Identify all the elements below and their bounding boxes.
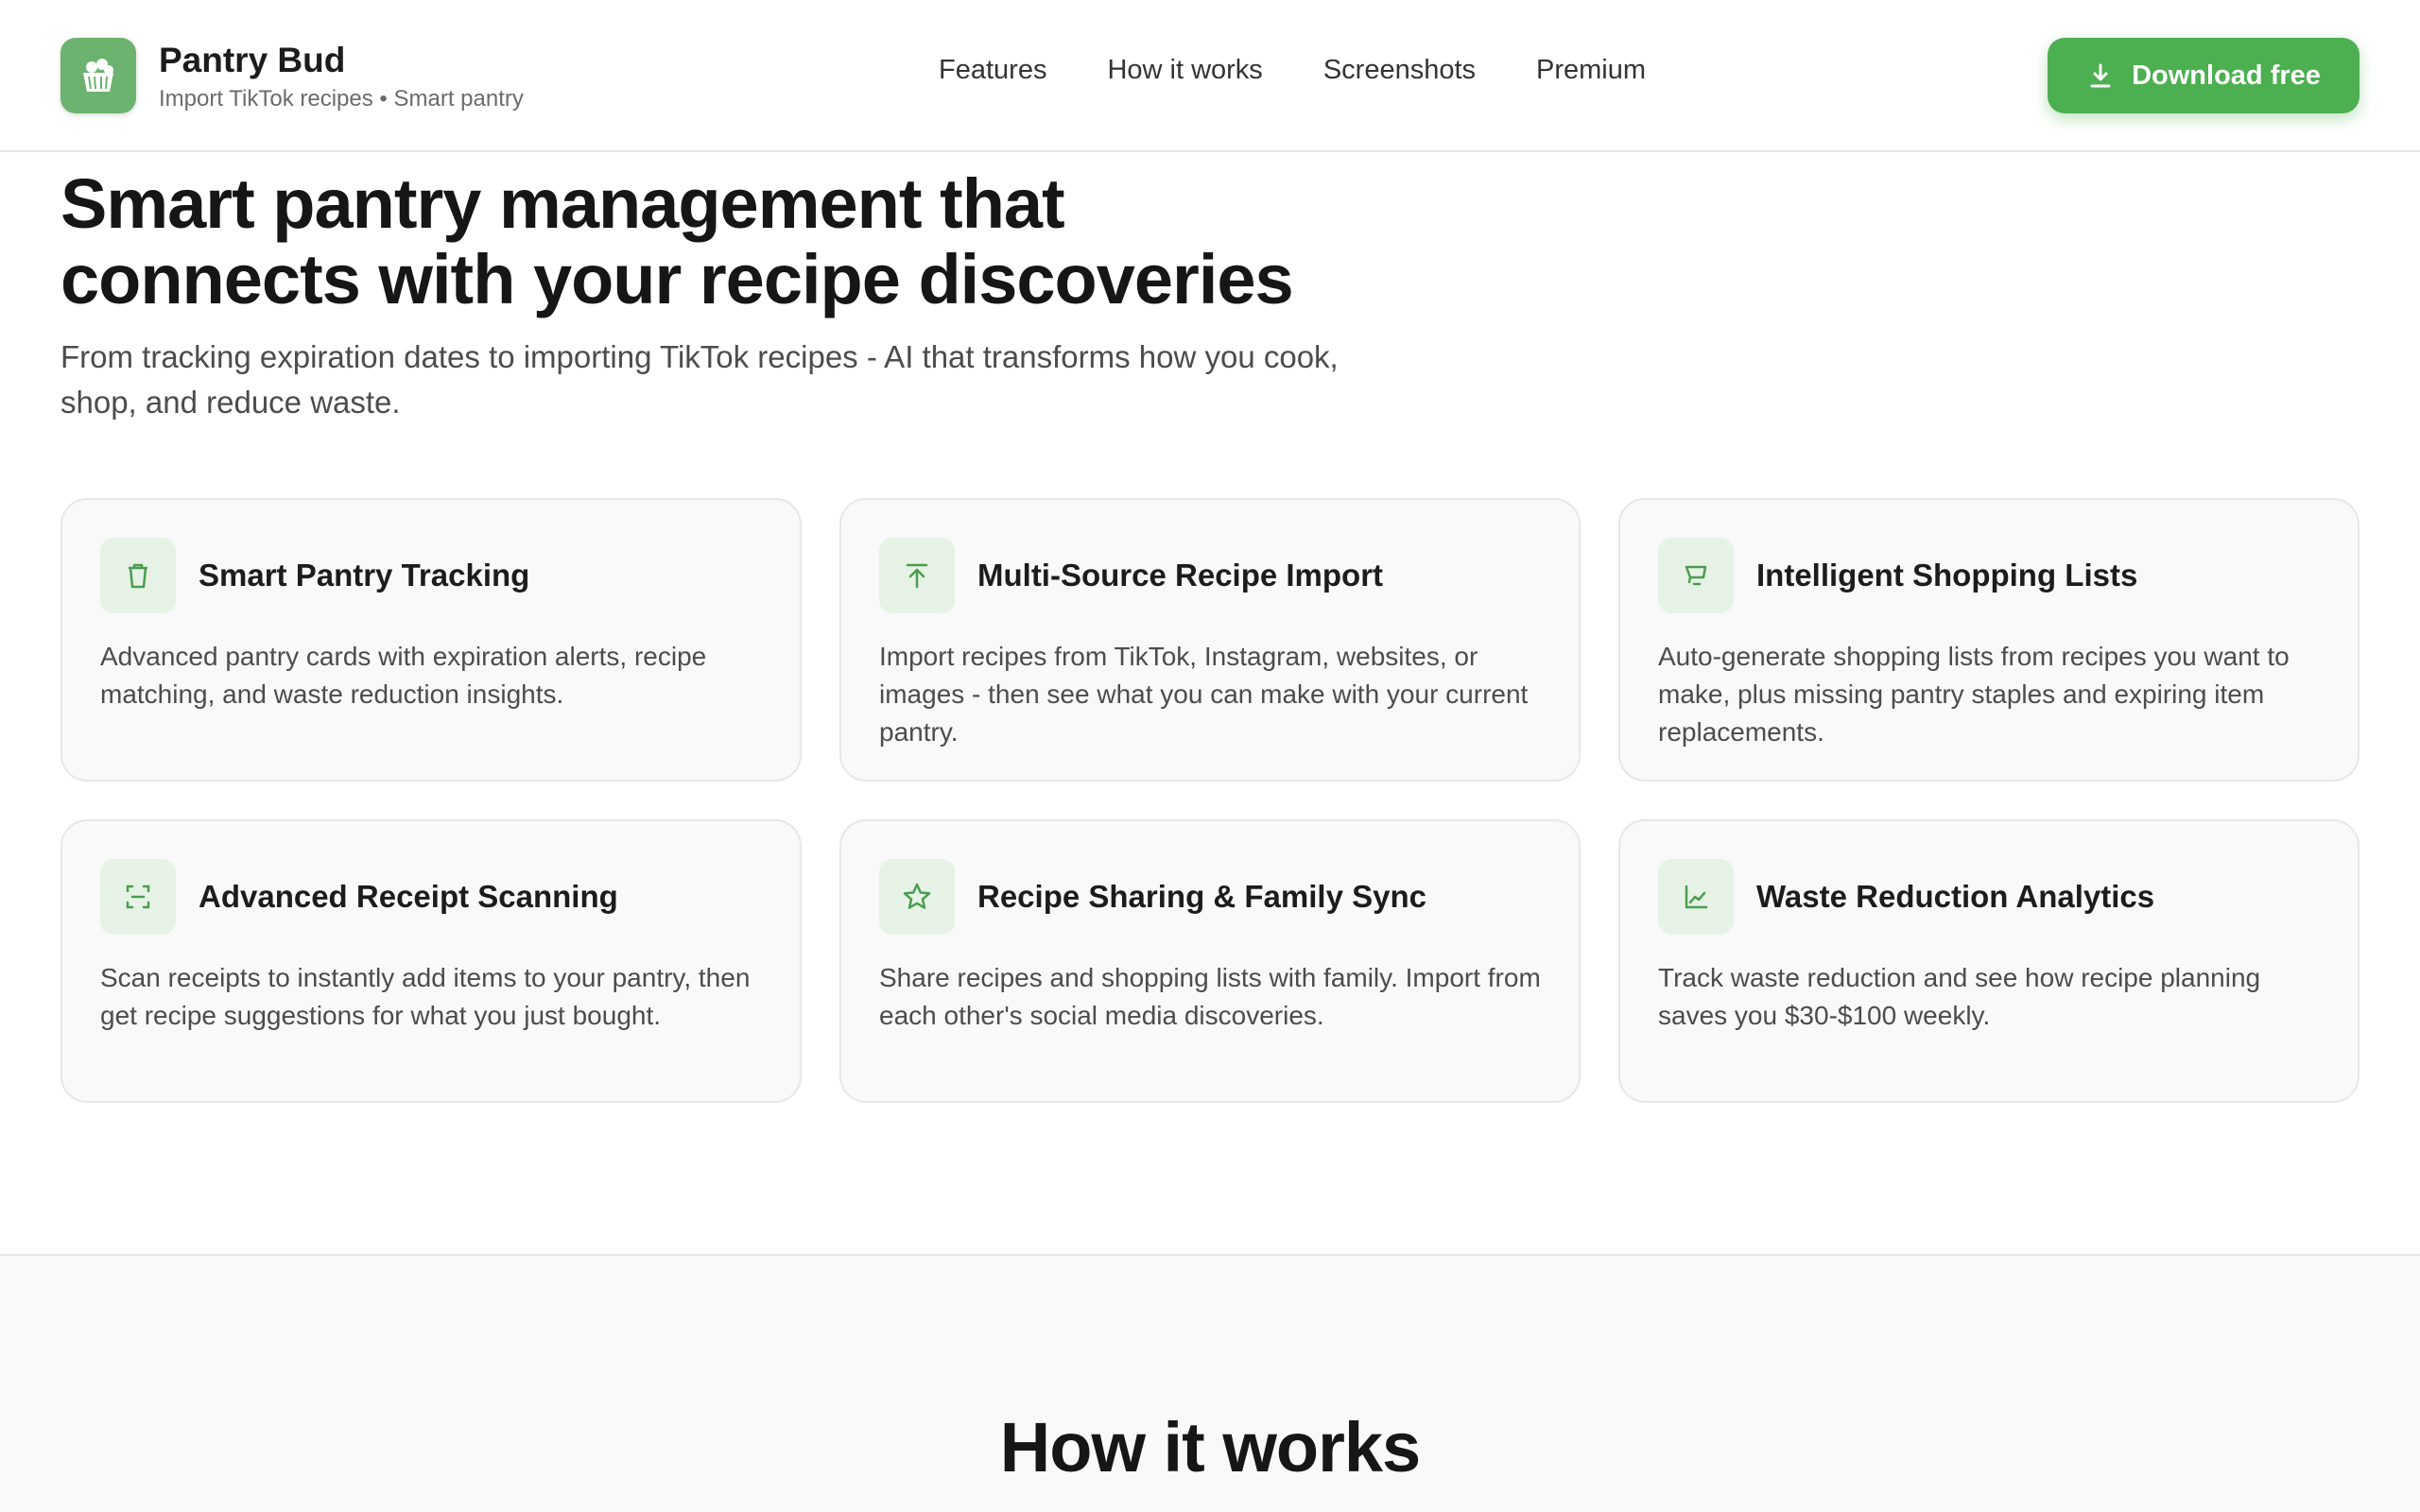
feature-description: Auto-generate shopping lists from recipe… [1658,642,2290,747]
feature-title: Smart Pantry Tracking [199,558,530,593]
hero-title: Smart pantry management that connects wi… [60,164,1294,318]
brand-tagline: Import TikTok recipes • Smart pantry [159,86,524,112]
basket-logo-icon [60,38,136,113]
scan-frame-icon [100,859,176,935]
feature-card: Intelligent Shopping Lists Auto-generate… [1618,498,2360,782]
star-icon [879,859,955,935]
feature-description: Advanced pantry cards with expiration al… [100,642,707,709]
brand-name: Pantry Bud [159,41,346,79]
trash-can-icon [100,538,176,613]
main-nav: Features How it works Screenshots Premiu… [939,55,1706,86]
how-it-works-section: How it works [0,1254,2420,1512]
feature-description: Import recipes from TikTok, Instagram, w… [879,642,1529,747]
brand[interactable]: Pantry Bud Import TikTok recipes • Smart… [60,38,524,113]
feature-card: Advanced Receipt Scanning Scan receipts … [60,819,802,1103]
feature-title: Waste Reduction Analytics [1756,879,2155,914]
feature-card: Smart Pantry Tracking Advanced pantry ca… [60,498,802,782]
hero-subtitle: From tracking expiration dates to import… [60,339,1339,420]
feature-title: Recipe Sharing & Family Sync [977,879,1426,914]
hero-section: Smart pantry management that connects wi… [60,166,1384,425]
nav-premium[interactable]: Premium [1536,55,1646,86]
download-icon [2090,63,2111,88]
nav-screenshots[interactable]: Screenshots [1323,55,1476,86]
feature-description: Share recipes and shopping lists with fa… [879,963,1541,1030]
feature-description: Scan receipts to instantly add items to … [100,963,751,1030]
upload-arrow-icon [879,538,955,613]
feature-card: Multi-Source Recipe Import Import recipe… [839,498,1581,782]
feature-card: Waste Reduction Analytics Track waste re… [1618,819,2360,1103]
site-header: Pantry Bud Import TikTok recipes • Smart… [0,0,2420,152]
feature-title: Advanced Receipt Scanning [199,879,618,914]
nav-how-it-works[interactable]: How it works [1107,55,1262,86]
cart-icon [1658,538,1734,613]
how-it-works-title: How it works [999,1408,1421,1486]
chart-icon [1658,859,1734,935]
feature-card: Recipe Sharing & Family Sync Share recip… [839,819,1581,1103]
feature-description: Track waste reduction and see how recipe… [1658,963,2261,1030]
feature-title: Multi-Source Recipe Import [977,558,1384,593]
download-button[interactable]: Download free [2048,38,2360,113]
download-label: Download free [2132,60,2321,91]
nav-features[interactable]: Features [939,55,1046,86]
feature-title: Intelligent Shopping Lists [1756,558,2138,593]
